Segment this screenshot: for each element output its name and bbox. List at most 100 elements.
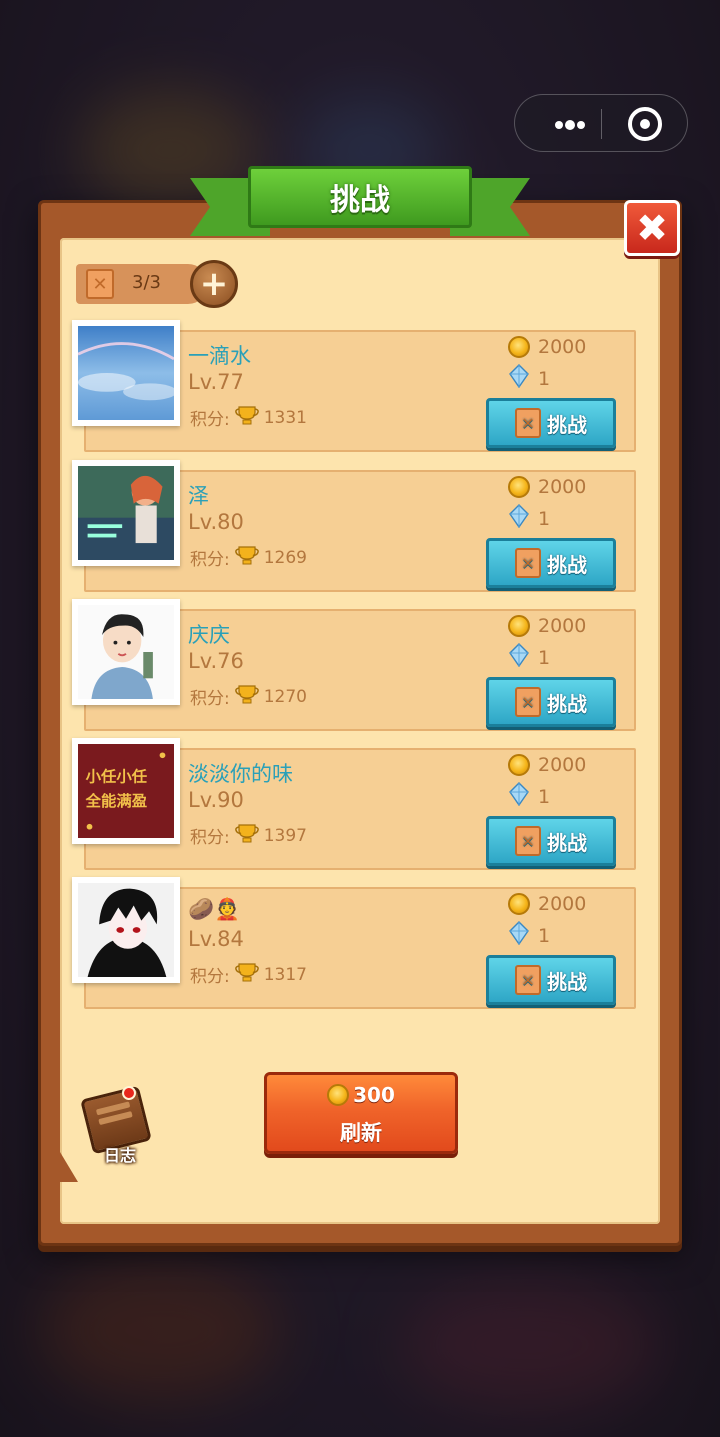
trophy-icon — [234, 683, 260, 710]
gold-reward: 2000 — [508, 336, 586, 358]
target-circle-icon[interactable] — [628, 107, 662, 141]
refresh-label: 刷新 — [340, 1121, 382, 1145]
trophy-icon — [234, 404, 260, 431]
challenge-label: 挑战 — [547, 969, 587, 994]
score-label: 积分: — [190, 967, 230, 987]
gold-coin-icon — [508, 336, 530, 358]
trophy-icon — [234, 822, 260, 849]
add-ticket-button[interactable]: + — [190, 260, 238, 308]
opponent-level: Lv.84 — [188, 927, 244, 951]
score-label: 积分: — [190, 410, 230, 430]
gold-reward: 2000 — [508, 754, 586, 776]
crystal-icon — [508, 921, 530, 950]
crystal-reward: 1 — [508, 643, 550, 672]
challenge-button[interactable]: ✕ 挑战 — [486, 955, 616, 1005]
opponent-avatar — [72, 320, 180, 426]
challenge-button[interactable]: ✕ 挑战 — [486, 398, 616, 448]
opponent-avatar: 小任小任 全能满盈 — [72, 738, 180, 844]
crystal-reward: 1 — [508, 364, 550, 393]
opponent-avatar — [72, 599, 180, 705]
refresh-cost: 300 — [353, 1083, 395, 1107]
crystal-amount: 1 — [538, 507, 551, 530]
opponent-name: 淡淡你的味 — [188, 762, 293, 786]
gold-reward: 2000 — [508, 615, 586, 637]
ticket-icon: ✕ — [515, 826, 541, 856]
crystal-reward: 1 — [508, 504, 550, 533]
gold-amount: 2000 — [538, 476, 587, 498]
score-label: 积分: — [190, 689, 230, 709]
crystal-icon — [508, 643, 530, 672]
opponent-name: 庆庆 — [188, 623, 230, 647]
svg-text:小任小任: 小任小任 — [86, 768, 147, 786]
score-value: 1331 — [263, 407, 307, 428]
trophy-icon — [234, 961, 260, 988]
opponent-level: Lv.90 — [188, 788, 244, 812]
gold-coin-icon — [508, 615, 530, 637]
opponent-level: Lv.77 — [188, 370, 244, 394]
opponent-score: 积分: 1317 — [190, 961, 307, 988]
gold-coin-icon — [508, 476, 530, 498]
crystal-amount: 1 — [538, 646, 551, 669]
crystal-amount: 1 — [538, 924, 551, 947]
challenge-label: 挑战 — [547, 552, 587, 577]
opponent-avatar — [72, 460, 180, 566]
opponent-score: 积分: 1331 — [190, 404, 307, 431]
gold-reward: 2000 — [508, 476, 586, 498]
svg-text:全能满盈: 全能满盈 — [85, 792, 147, 810]
opponent-score: 积分: 1270 — [190, 683, 307, 710]
ticket-count: 3/3 — [132, 272, 161, 293]
score-value: 1270 — [263, 686, 307, 707]
opponent-level: Lv.76 — [188, 649, 244, 673]
score-value: 1317 — [263, 964, 307, 985]
gold-coin-icon — [327, 1084, 350, 1106]
challenge-button[interactable]: ✕ 挑战 — [486, 677, 616, 727]
crystal-icon — [508, 504, 530, 533]
ticket-icon: ✕ — [515, 965, 541, 995]
ticket-icon: ✕ — [515, 687, 541, 717]
gold-coin-icon — [508, 893, 530, 915]
close-button[interactable]: ✖ — [624, 200, 680, 256]
challenge-label: 挑战 — [547, 691, 587, 716]
more-dots-icon[interactable] — [539, 109, 599, 139]
score-label: 积分: — [190, 828, 230, 848]
score-label: 积分: — [190, 550, 230, 570]
opponent-name: 🥔👲 — [188, 897, 241, 921]
ticket-counter: ✕ 3/3 — [76, 264, 208, 304]
crystal-amount: 1 — [538, 367, 551, 390]
gold-coin-icon — [508, 754, 530, 776]
gold-amount: 2000 — [538, 754, 587, 776]
opponent-name: 泽 — [188, 484, 209, 508]
refresh-button[interactable]: 300 刷新 — [264, 1072, 458, 1154]
crystal-amount: 1 — [538, 785, 551, 808]
panel-corner-notch — [60, 1152, 78, 1182]
ticket-icon: ✕ — [515, 408, 541, 438]
challenge-label: 挑战 — [547, 412, 587, 437]
notification-dot — [122, 1086, 136, 1100]
opponent-level: Lv.80 — [188, 510, 244, 534]
crystal-icon — [508, 782, 530, 811]
ticket-icon: ✕ — [515, 548, 541, 578]
opponent-score: 积分: 1269 — [190, 544, 307, 571]
opponent-avatar — [72, 877, 180, 983]
gold-amount: 2000 — [538, 336, 587, 358]
opponent-name: 一滴水 — [188, 344, 251, 368]
ticket-icon: ✕ — [86, 269, 114, 299]
crystal-reward: 1 — [508, 921, 550, 950]
crystal-icon — [508, 364, 530, 393]
panel-title: 挑战 — [248, 166, 472, 228]
challenge-button[interactable]: ✕ 挑战 — [486, 538, 616, 588]
score-value: 1269 — [263, 547, 307, 568]
crystal-reward: 1 — [508, 782, 550, 811]
opponent-score: 积分: 1397 — [190, 822, 307, 849]
miniprogram-capsule — [514, 94, 688, 152]
log-label: 日志 — [104, 1146, 137, 1165]
capsule-divider — [601, 109, 602, 139]
gold-amount: 2000 — [538, 615, 587, 637]
challenge-label: 挑战 — [547, 830, 587, 855]
gold-reward: 2000 — [508, 893, 586, 915]
score-value: 1397 — [263, 825, 307, 846]
log-button[interactable]: 日志 — [80, 1085, 154, 1168]
trophy-icon — [234, 544, 260, 571]
gold-amount: 2000 — [538, 893, 587, 915]
challenge-button[interactable]: ✕ 挑战 — [486, 816, 616, 866]
